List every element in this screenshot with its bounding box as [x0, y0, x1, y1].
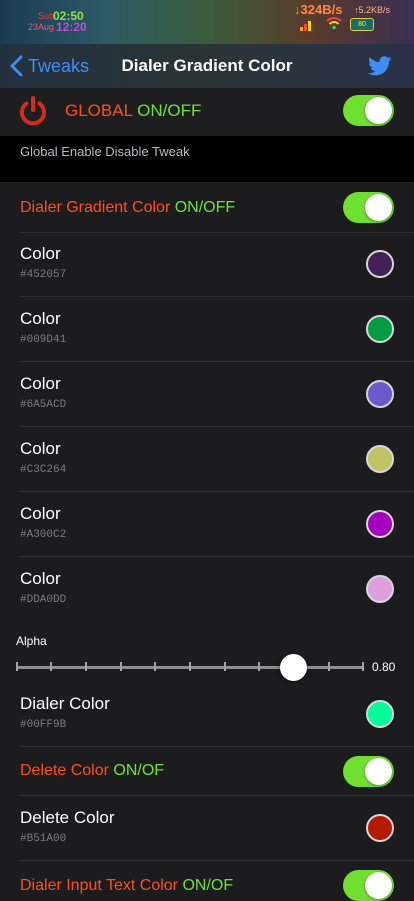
row-divider [20, 361, 414, 362]
gradient-toggle-switch[interactable] [343, 192, 394, 223]
color-swatch[interactable] [366, 510, 394, 538]
color-hex-value: #009D41 [20, 334, 67, 346]
row-divider [20, 426, 414, 427]
clock-widget: Sun 02:50 23Aug 12:20 [28, 8, 92, 36]
gradient-toggle-row: Dialer Gradient Color ON/OFF [0, 184, 414, 233]
slider-tick [120, 662, 122, 671]
dialer-color-row[interactable]: Dialer Color #00FF9B [0, 683, 414, 747]
color-row-title: Color [20, 504, 61, 523]
alpha-value: 0.80 [372, 660, 396, 674]
row-divider [20, 491, 414, 492]
global-toggle-switch[interactable] [343, 95, 394, 126]
color-hex-value: #6A5ACD [20, 399, 67, 411]
status-indicators: ↓324B/s ↑5.2KB/s 80 [294, 2, 404, 38]
color-row-6[interactable]: Color #DDA0DD [0, 558, 414, 622]
download-speed: ↓324B/s [294, 2, 343, 17]
color-row-5[interactable]: Color #A300C2 [0, 493, 414, 557]
status-time-bottom: 12:20 [56, 20, 87, 34]
color-hex-value: #A300C2 [20, 529, 67, 541]
battery-level: 80 [358, 21, 366, 28]
slider-tick [16, 662, 18, 671]
slider-tick [50, 662, 52, 671]
battery-icon: 80 [350, 18, 374, 31]
wifi-icon [326, 17, 342, 30]
cellular-signal-icon [300, 19, 314, 31]
delete-toggle-row: Delete Color ON/OF [0, 747, 414, 796]
input-text-toggle-label: Dialer Input Text Color ON/OF [20, 877, 234, 894]
color-row-title: Color [20, 244, 61, 263]
delete-color-title: Delete Color [20, 808, 115, 827]
color-row-4[interactable]: Color #C3C264 [0, 428, 414, 492]
slider-tick [154, 662, 156, 671]
global-footer: Global Enable Disable Tweak [0, 136, 414, 182]
delete-color-row[interactable]: Delete Color #B51A00 [0, 797, 414, 861]
gradient-toggle-label: Dialer Gradient Color ON/OFF [20, 199, 236, 216]
alpha-label: Alpha [16, 634, 47, 648]
color-swatch[interactable] [366, 575, 394, 603]
color-row-1[interactable]: Color #452057 [0, 233, 414, 297]
dialer-color-title: Dialer Color [20, 694, 110, 713]
twitter-icon[interactable] [368, 56, 392, 76]
dialer-color-hex: #00FF9B [20, 719, 67, 731]
delete-toggle-label: Delete Color ON/OF [20, 762, 165, 779]
color-row-title: Color [20, 374, 61, 393]
delete-toggle-switch[interactable] [343, 756, 394, 787]
status-day: Sun [38, 11, 55, 21]
color-swatch[interactable] [366, 380, 394, 408]
alpha-slider-row: Alpha 0.80 [0, 622, 414, 688]
color-hex-value: #452057 [20, 269, 67, 281]
slider-tick [258, 662, 260, 671]
power-icon [20, 96, 46, 126]
navigation-bar: Tweaks Dialer Gradient Color [0, 44, 414, 88]
color-swatch[interactable] [366, 315, 394, 343]
slider-tick [85, 662, 87, 671]
dialer-color-swatch[interactable] [366, 700, 394, 728]
slider-tick [189, 662, 191, 671]
row-divider [20, 556, 414, 557]
status-bar: Sun 02:50 23Aug 12:20 ↓324B/s ↑5.2KB/s 8… [0, 0, 414, 44]
slider-tick [224, 662, 226, 671]
global-toggle-row: GLOBAL ON/OFF [0, 88, 414, 132]
color-swatch[interactable] [366, 250, 394, 278]
delete-color-hex: #B51A00 [20, 833, 67, 845]
color-hex-value: #DDA0DD [20, 594, 67, 606]
color-hex-value: #C3C264 [20, 464, 67, 476]
row-divider [20, 296, 414, 297]
color-row-title: Color [20, 439, 61, 458]
page-title: Dialer Gradient Color [121, 56, 293, 75]
color-row-title: Color [20, 569, 61, 588]
alpha-slider-thumb[interactable] [280, 654, 307, 681]
slider-tick [362, 662, 364, 671]
status-date: 23Aug [28, 22, 55, 32]
color-row-2[interactable]: Color #009D41 [0, 298, 414, 362]
global-toggle-label: GLOBAL ON/OFF [65, 101, 202, 120]
slider-tick [328, 662, 330, 671]
global-footer-text: Global Enable Disable Tweak [20, 144, 190, 159]
color-row-title: Color [20, 309, 61, 328]
color-row-3[interactable]: Color #6A5ACD [0, 363, 414, 427]
upload-speed: ↑5.2KB/s [354, 5, 391, 15]
delete-color-swatch[interactable] [366, 814, 394, 842]
row-divider [20, 795, 414, 796]
color-swatch[interactable] [366, 445, 394, 473]
input-text-toggle-row: Dialer Input Text Color ON/OF [0, 861, 414, 901]
input-text-toggle-switch[interactable] [343, 870, 394, 901]
